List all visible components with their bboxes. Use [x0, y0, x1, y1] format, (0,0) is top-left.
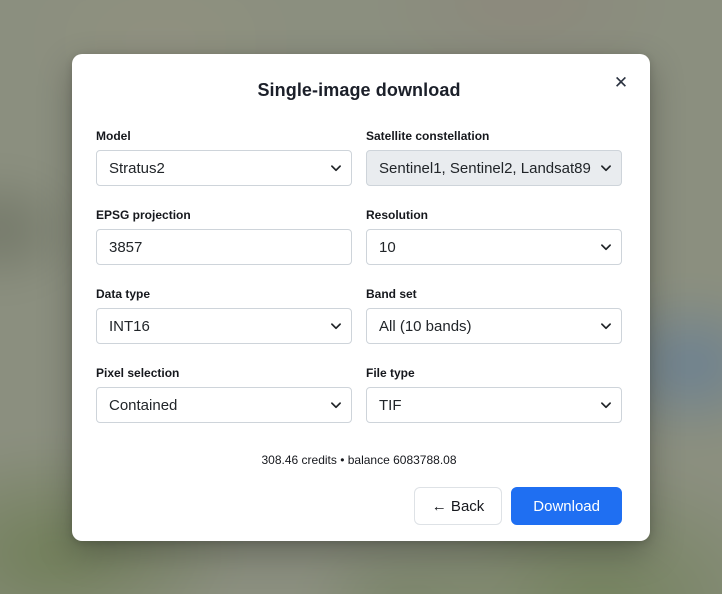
- download-form: Model Stratus2 Satellite constellation S…: [96, 129, 622, 423]
- band-set-select[interactable]: All (10 bands): [366, 308, 622, 344]
- file-type-select[interactable]: TIF: [366, 387, 622, 423]
- epsg-projection-label: EPSG projection: [96, 208, 191, 222]
- band-set-label: Band set: [366, 287, 417, 301]
- chevron-down-icon: [601, 244, 611, 251]
- field-file-type: File type TIF: [366, 366, 622, 423]
- resolution-label: Resolution: [366, 208, 428, 222]
- chevron-down-icon: [331, 165, 341, 172]
- field-epsg-projection: EPSG projection: [96, 208, 352, 265]
- data-type-select[interactable]: INT16: [96, 308, 352, 344]
- credits-balance-text: 308.46 credits • balance 6083788.08: [261, 453, 457, 467]
- satellite-constellation-select-value: Sentinel1, Sentinel2, Landsat89: [379, 159, 591, 177]
- pixel-selection-label: Pixel selection: [96, 366, 180, 380]
- pixel-selection-select-value: Contained: [109, 396, 178, 414]
- satellite-constellation-label: Satellite constellation: [366, 129, 490, 143]
- data-type-label: Data type: [96, 287, 151, 301]
- single-image-download-dialog: ✕ Single-image download Model Stratus2 S…: [72, 54, 650, 541]
- dialog-title: Single-image download: [257, 80, 461, 100]
- satellite-constellation-select: Sentinel1, Sentinel2, Landsat89: [366, 150, 622, 186]
- model-label: Model: [96, 129, 131, 143]
- chevron-down-icon: [601, 323, 611, 330]
- chevron-down-icon: [331, 323, 341, 330]
- back-button[interactable]: ← Back: [413, 487, 503, 525]
- resolution-select[interactable]: 10: [366, 229, 622, 265]
- field-data-type: Data type INT16: [96, 287, 352, 344]
- file-type-select-value: TIF: [379, 396, 402, 414]
- file-type-label: File type: [366, 366, 415, 380]
- field-resolution: Resolution 10: [366, 208, 622, 265]
- pixel-selection-select[interactable]: Contained: [96, 387, 352, 423]
- epsg-projection-input[interactable]: [96, 229, 352, 265]
- field-band-set: Band set All (10 bands): [366, 287, 622, 344]
- field-satellite-constellation: Satellite constellation Sentinel1, Senti…: [366, 129, 622, 186]
- download-button[interactable]: Download: [511, 487, 622, 525]
- resolution-select-value: 10: [379, 238, 396, 256]
- dialog-actions: ← Back Download: [96, 487, 622, 525]
- chevron-down-icon: [601, 402, 611, 409]
- chevron-down-icon: [601, 165, 611, 172]
- model-select[interactable]: Stratus2: [96, 150, 352, 186]
- field-pixel-selection: Pixel selection Contained: [96, 366, 352, 423]
- field-model: Model Stratus2: [96, 129, 352, 186]
- model-select-value: Stratus2: [109, 159, 165, 177]
- chevron-down-icon: [331, 402, 341, 409]
- data-type-select-value: INT16: [109, 317, 150, 335]
- band-set-select-value: All (10 bands): [379, 317, 472, 335]
- close-icon[interactable]: ✕: [612, 74, 630, 92]
